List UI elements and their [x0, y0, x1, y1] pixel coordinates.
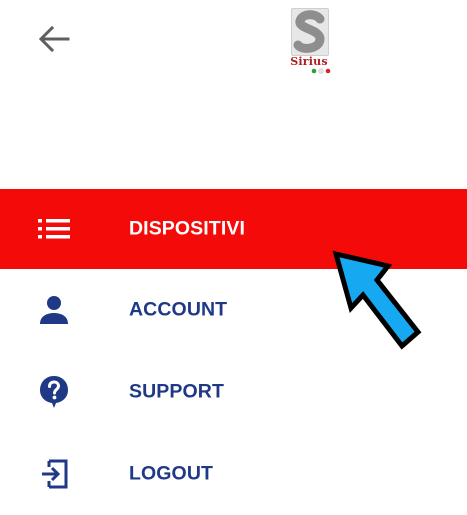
list-icon: [36, 211, 72, 247]
menu-item-logout[interactable]: LOGOUT: [0, 433, 467, 515]
arrow-left-icon: [38, 25, 70, 53]
logo-text: Sirius: [290, 55, 328, 68]
logout-icon: [36, 456, 72, 492]
person-icon: [36, 292, 72, 328]
menu-item-label: DISPOSITIVI: [129, 217, 245, 240]
help-bubble-icon: [36, 374, 72, 410]
menu-item-label: ACCOUNT: [129, 298, 228, 321]
menu-item-support[interactable]: SUPPORT: [0, 351, 467, 433]
menu-item-label: SUPPORT: [129, 380, 224, 403]
back-button[interactable]: [34, 22, 74, 56]
logo-dots: [311, 68, 331, 74]
sirius-logo: Sirius: [284, 8, 334, 74]
pointer-arrow-icon: [332, 250, 422, 350]
menu-item-label: LOGOUT: [129, 462, 214, 485]
logo-emblem: [291, 8, 329, 56]
